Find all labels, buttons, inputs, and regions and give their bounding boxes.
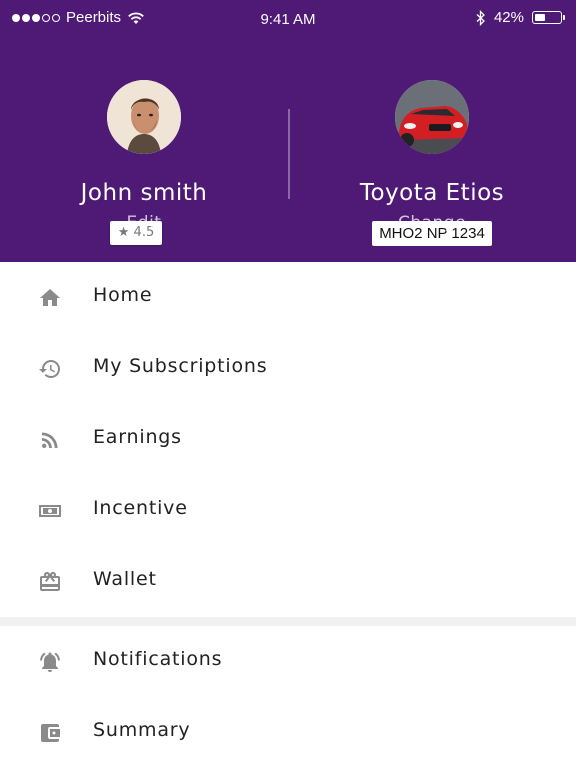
gift-card-icon — [38, 570, 62, 594]
battery-percent: 42% — [493, 9, 524, 26]
menu-item-label: My Subscriptions — [93, 355, 268, 377]
drawer-menu: Home My Subscriptions Earnings Incentive… — [0, 262, 576, 768]
bell-icon — [38, 650, 62, 674]
menu-item-wallet[interactable]: Wallet — [0, 546, 576, 617]
menu-item-my-subscriptions[interactable]: My Subscriptions — [0, 333, 576, 404]
menu-item-notifications[interactable]: Notifications — [0, 626, 576, 697]
status-bar: Peerbits 9:41 AM 42% — [0, 0, 576, 38]
edit-profile-link[interactable]: Edit — [0, 213, 288, 233]
home-icon — [38, 286, 62, 310]
menu-item-earnings[interactable]: Earnings — [0, 404, 576, 475]
menu-item-label: Notifications — [93, 648, 223, 670]
menu-item-home[interactable]: Home — [0, 262, 576, 333]
vehicle-name: Toyota Etios — [359, 180, 505, 206]
menu-section-divider — [0, 617, 576, 626]
menu-item-summary[interactable]: Summary — [0, 697, 576, 768]
bluetooth-icon — [476, 9, 486, 26]
rss-icon — [38, 428, 62, 452]
money-icon — [38, 499, 62, 523]
driver-profile[interactable]: ★ 4.5 John smith Edit — [0, 80, 288, 245]
menu-item-label: Home — [93, 284, 153, 306]
battery-icon — [532, 11, 565, 24]
menu-item-label: Summary — [93, 719, 191, 741]
history-icon — [38, 357, 62, 381]
menu-item-label: Earnings — [93, 426, 182, 448]
wallet-icon — [38, 721, 62, 745]
driver-name: John smith — [80, 180, 208, 206]
drawer-header: Peerbits 9:41 AM 42% ★ 4.5 John smith Ed… — [0, 0, 576, 262]
vehicle-photo[interactable] — [395, 80, 469, 154]
menu-item-label: Wallet — [93, 568, 157, 590]
menu-item-incentive[interactable]: Incentive — [0, 475, 576, 546]
menu-item-label: Incentive — [93, 497, 188, 519]
vehicle-profile[interactable]: MHO2 NP 1234 Toyota Etios Change — [288, 80, 576, 246]
driver-avatar[interactable] — [107, 80, 181, 154]
change-vehicle-link[interactable]: Change — [288, 213, 576, 233]
